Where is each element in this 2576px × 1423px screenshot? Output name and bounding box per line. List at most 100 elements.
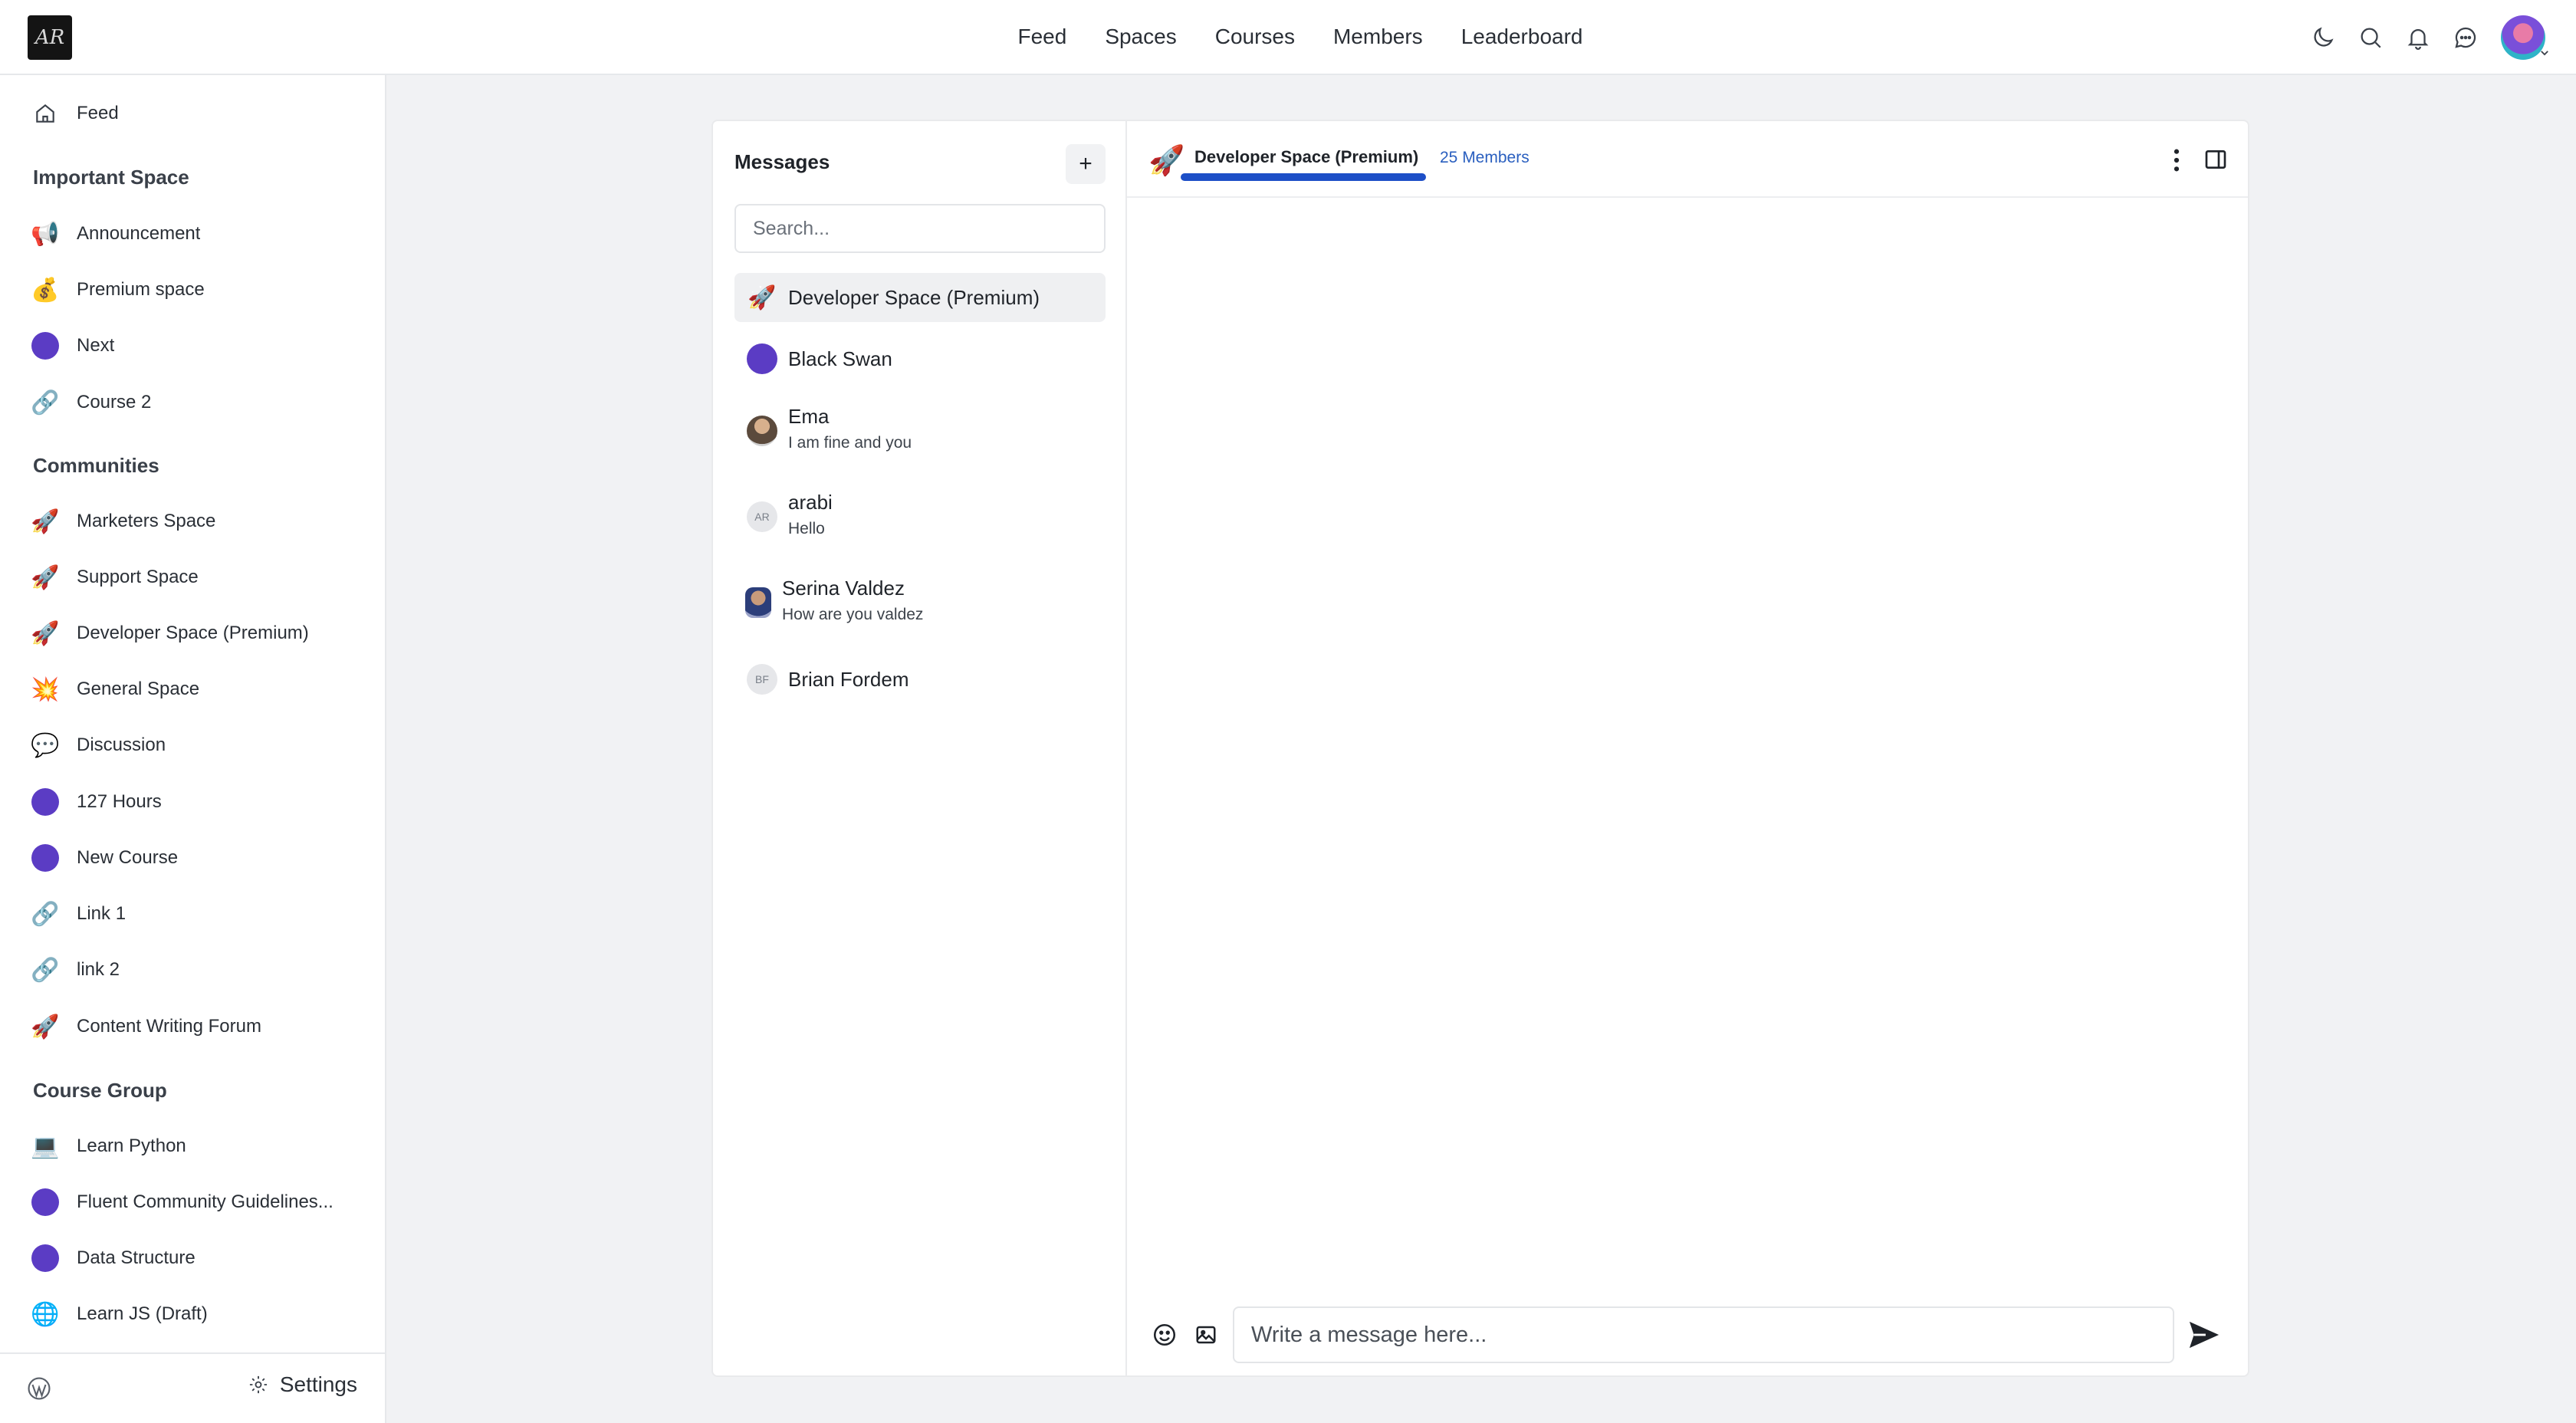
sidebar-item-label: Premium space — [77, 279, 205, 300]
send-icon[interactable] — [2187, 1319, 2222, 1351]
sidebar-item-feed[interactable]: Feed — [31, 92, 368, 135]
chevron-down-icon — [2541, 51, 2548, 56]
nav-courses[interactable]: Courses — [1215, 25, 1295, 49]
sidebar-item-premium-space[interactable]: 💰 Premium space — [31, 268, 368, 311]
conversation-item[interactable]: AR arabi Hello — [734, 481, 1106, 552]
toggle-sidebar-icon[interactable] — [2203, 147, 2228, 172]
sidebar-item-announcement[interactable]: 📢 Announcement — [31, 212, 368, 255]
link-icon: 🔗 — [31, 957, 60, 983]
sidebar-heading-communities: Communities — [33, 454, 159, 477]
settings-button[interactable]: Settings — [248, 1372, 357, 1397]
megaphone-icon: 📢 — [31, 221, 60, 247]
speech-bubble-icon: 💬 — [31, 732, 60, 758]
new-message-button[interactable]: + — [1066, 144, 1106, 184]
image-icon[interactable] — [1194, 1323, 1217, 1346]
sidebar-item-label: Developer Space (Premium) — [77, 623, 309, 643]
sidebar-item-label: Content Writing Forum — [77, 1016, 261, 1037]
nav-feed[interactable]: Feed — [1017, 25, 1066, 49]
sidebar: Feed Important Space 📢 Announcement 💰 Pr… — [0, 75, 386, 1423]
link-icon: 🔗 — [31, 901, 60, 927]
conversation-preview: Hello — [788, 520, 825, 537]
sidebar-item-label: Announcement — [77, 223, 201, 244]
active-tab-indicator — [1181, 173, 1426, 181]
sidebar-item-link-1[interactable]: 🔗 Link 1 — [31, 892, 368, 935]
nav-spaces[interactable]: Spaces — [1105, 25, 1176, 49]
more-options-icon[interactable] — [2171, 147, 2182, 173]
top-icon-group — [2309, 14, 2548, 61]
message-input[interactable] — [1233, 1306, 2174, 1363]
sidebar-item-course-2[interactable]: 🔗 Course 2 — [31, 381, 368, 424]
sidebar-item-label: Fluent Community Guidelines... — [77, 1191, 334, 1212]
home-icon — [31, 99, 60, 128]
sidebar-item-127-hours[interactable]: 127 Hours — [31, 781, 368, 823]
top-bar: AR Feed Spaces Courses Members Leaderboa… — [0, 0, 2576, 75]
sidebar-item-next[interactable]: Next — [31, 324, 368, 367]
sidebar-item-label: link 2 — [77, 959, 120, 980]
conversation-item[interactable]: Ema I am fine and you — [734, 396, 1106, 466]
nav-members[interactable]: Members — [1333, 25, 1423, 49]
purple-dot-icon — [747, 343, 777, 374]
conversation-name: Black Swan — [788, 347, 892, 370]
sidebar-item-label: New Course — [77, 847, 179, 868]
sidebar-item-developer-space[interactable]: 🚀 Developer Space (Premium) — [31, 612, 368, 655]
sidebar-item-label: Feed — [77, 103, 119, 123]
sidebar-item-community-guidelines[interactable]: Fluent Community Guidelines... — [31, 1181, 368, 1224]
avatar — [747, 416, 777, 446]
avatar — [745, 587, 771, 618]
chat-title[interactable]: Developer Space (Premium) — [1194, 147, 1418, 167]
sidebar-item-link-2[interactable]: 🔗 link 2 — [31, 948, 368, 991]
chat-icon[interactable] — [2452, 24, 2479, 51]
sidebar-item-label: Learn Python — [77, 1135, 186, 1156]
conversation-name: Ema — [788, 405, 830, 428]
sidebar-item-label: Marketers Space — [77, 511, 216, 531]
moon-icon[interactable] — [2309, 24, 2337, 51]
rocket-icon: 🚀 — [31, 620, 60, 646]
purple-dot-icon — [31, 1244, 60, 1273]
conversation-name: Brian Fordem — [788, 668, 909, 691]
sidebar-item-label: Learn JS (Draft) — [77, 1303, 208, 1324]
sidebar-item-learn-js[interactable]: 🌐 Learn JS (Draft) — [31, 1293, 368, 1336]
emoji-icon[interactable] — [1152, 1322, 1178, 1348]
user-avatar[interactable] — [2501, 15, 2548, 60]
laptop-icon: 💻 — [31, 1133, 60, 1159]
sidebar-heading-important: Important Space — [33, 166, 189, 189]
wordpress-icon[interactable] — [26, 1375, 52, 1402]
purple-dot-icon — [31, 787, 60, 817]
avatar: AR — [747, 501, 777, 532]
sidebar-item-support-space[interactable]: 🚀 Support Space — [31, 556, 368, 599]
purple-dot-icon — [31, 843, 60, 873]
link-icon: 🔗 — [31, 389, 60, 416]
sidebar-item-marketers-space[interactable]: 🚀 Marketers Space — [31, 500, 368, 543]
sidebar-item-label: Next — [77, 335, 115, 356]
conversation-item[interactable]: Black Swan — [734, 334, 1106, 383]
sidebar-item-content-writing-forum[interactable]: 🚀 Content Writing Forum — [31, 1005, 368, 1048]
sidebar-item-label: Link 1 — [77, 903, 127, 924]
chat-header: 🚀 Developer Space (Premium) 25 Members — [1127, 121, 2248, 198]
sidebar-item-data-structure[interactable]: Data Structure — [31, 1237, 368, 1280]
sidebar-item-new-course[interactable]: New Course — [31, 836, 368, 879]
avatar: BF — [747, 664, 777, 695]
conversation-list-panel: Messages + 🚀 Developer Space (Premium) B… — [713, 121, 1127, 1375]
rocket-icon: 🚀 — [31, 1014, 60, 1040]
nav-leaderboard[interactable]: Leaderboard — [1461, 25, 1583, 49]
bell-icon[interactable] — [2404, 24, 2432, 51]
money-bag-icon: 💰 — [31, 277, 60, 303]
conversation-item[interactable]: BF Brian Fordem — [734, 655, 1106, 704]
conversation-name: Developer Space (Premium) — [788, 286, 1040, 309]
globe-icon: 🌐 — [31, 1301, 60, 1327]
conversation-preview: How are you valdez — [782, 606, 924, 623]
messages-title: Messages — [734, 150, 830, 173]
members-count-link[interactable]: 25 Members — [1440, 149, 1530, 167]
explosion-icon: 💥 — [31, 676, 60, 702]
conversation-item[interactable]: Serina Valdez How are you valdez — [734, 567, 1106, 638]
sidebar-item-discussion[interactable]: 💬 Discussion — [31, 724, 368, 767]
purple-dot-icon — [31, 1188, 60, 1217]
sidebar-item-general-space[interactable]: 💥 General Space — [31, 668, 368, 711]
sidebar-item-learn-python[interactable]: 💻 Learn Python — [31, 1125, 368, 1168]
conversation-item[interactable]: 🚀 Developer Space (Premium) — [734, 273, 1106, 322]
search-icon[interactable] — [2357, 24, 2384, 51]
sidebar-item-label: Course 2 — [77, 392, 152, 412]
conversation-name: Serina Valdez — [782, 577, 905, 600]
conversation-search-input[interactable] — [734, 204, 1106, 253]
sidebar-footer: Settings — [0, 1352, 385, 1423]
